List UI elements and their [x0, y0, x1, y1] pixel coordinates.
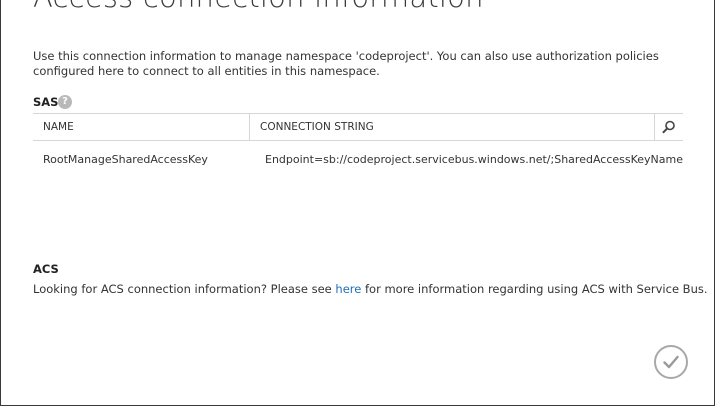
- dialog-title: Access connection information: [33, 0, 484, 14]
- connection-string-cell[interactable]: Endpoint=sb://codeproject.servicebus.win…: [265, 153, 683, 166]
- table-header: NAME CONNECTION STRING: [33, 113, 683, 141]
- ok-button[interactable]: [654, 345, 688, 379]
- policy-name-cell: RootManageSharedAccessKey: [43, 153, 208, 166]
- column-header-name[interactable]: NAME: [43, 114, 74, 140]
- access-connection-dialog: Access connection information Use this c…: [0, 0, 715, 406]
- acs-description: Looking for ACS connection information? …: [33, 282, 708, 296]
- dialog-description: Use this connection information to manag…: [33, 49, 659, 78]
- table-search-button[interactable]: [654, 114, 683, 140]
- sas-section-label: SAS: [33, 95, 59, 109]
- search-icon: [662, 120, 675, 134]
- acs-here-link[interactable]: here: [335, 282, 361, 296]
- column-header-connection-string[interactable]: CONNECTION STRING: [249, 114, 653, 140]
- checkmark-icon: [663, 355, 679, 369]
- sas-table: NAME CONNECTION STRING RootManageSharedA…: [33, 113, 683, 181]
- help-icon[interactable]: ?: [58, 95, 72, 109]
- acs-section-label: ACS: [33, 262, 59, 276]
- acs-text-after: for more information regarding using ACS…: [361, 282, 708, 296]
- table-row[interactable]: RootManageSharedAccessKey Endpoint=sb://…: [33, 141, 683, 181]
- acs-text-before: Looking for ACS connection information? …: [33, 282, 336, 296]
